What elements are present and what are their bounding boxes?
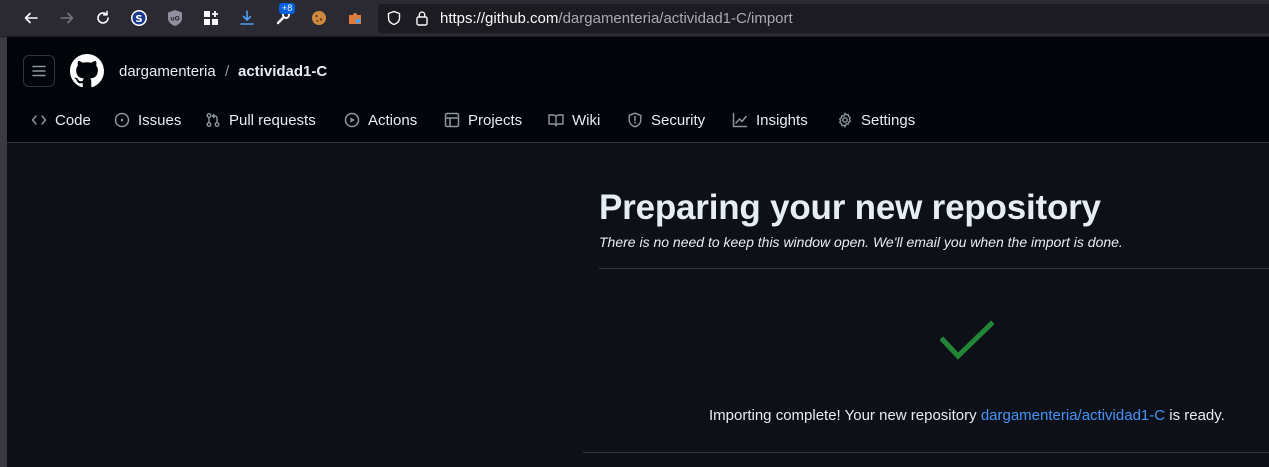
breadcrumb-repo[interactable]: actividad1-C	[238, 63, 327, 80]
forward-arrow-icon[interactable]	[56, 7, 78, 29]
code-icon	[31, 115, 47, 125]
back-arrow-icon[interactable]	[20, 7, 42, 29]
breadcrumb-separator: /	[225, 63, 230, 80]
tab-actions-label: Actions	[368, 111, 418, 129]
menu-button[interactable]	[23, 55, 55, 87]
svg-text:uO: uO	[170, 16, 179, 23]
cookie-icon[interactable]	[308, 7, 330, 29]
tab-actions[interactable]: Actions	[344, 109, 417, 131]
repo-header: dargamenteria / actividad1-C Code Issues…	[7, 37, 1269, 143]
tab-issues[interactable]: Issues	[114, 109, 181, 131]
address-bar[interactable]: https://github.com/dargamenteria/activid…	[378, 4, 1269, 33]
tab-settings[interactable]: Settings	[837, 109, 915, 131]
play-icon	[344, 112, 360, 128]
tab-security-label: Security	[651, 111, 706, 129]
page-title: Preparing your new repository	[599, 188, 1101, 227]
checkmark-icon	[939, 320, 995, 367]
book-icon	[548, 114, 564, 127]
pull-request-icon	[206, 113, 220, 127]
svg-text:S: S	[135, 14, 142, 25]
url-host: https://github.com	[440, 10, 559, 27]
reload-icon[interactable]	[92, 7, 114, 29]
browser-toolbar: S uO +8 https://github.com/dargamenteria…	[0, 0, 1269, 37]
extension-s-icon[interactable]: S	[128, 7, 150, 29]
status-suffix: is ready.	[1165, 407, 1225, 424]
extensions-grid-icon[interactable]	[200, 7, 222, 29]
divider	[599, 268, 1269, 269]
tab-pull-requests-label: Pull requests	[229, 111, 316, 129]
shield-icon[interactable]	[383, 7, 405, 29]
extensions-badge: +8	[279, 3, 296, 14]
tab-pull-requests[interactable]: Pull requests	[205, 109, 316, 131]
page-subtitle: There is no need to keep this window ope…	[599, 234, 1123, 250]
graph-icon	[732, 112, 748, 128]
gear-icon	[839, 112, 851, 128]
tab-wiki[interactable]: Wiki	[548, 109, 600, 131]
tab-projects[interactable]: Projects	[444, 109, 522, 131]
puzzle-extension-icon[interactable]	[344, 7, 366, 29]
url-text: https://github.com/dargamenteria/activid…	[440, 10, 793, 27]
url-path: /dargamenteria/actividad1-C/import	[558, 10, 793, 27]
tab-code[interactable]: Code	[31, 109, 91, 131]
window-edge	[0, 37, 7, 467]
breadcrumb-owner[interactable]: dargamenteria	[119, 63, 216, 80]
repository-link[interactable]: dargamenteria/actividad1-C	[981, 407, 1165, 424]
tab-wiki-label: Wiki	[572, 111, 601, 129]
issue-icon	[114, 112, 130, 128]
divider	[583, 452, 1269, 453]
status-prefix: Importing complete! Your new repository	[709, 407, 981, 424]
download-icon[interactable]	[236, 7, 258, 29]
tab-security[interactable]: Security	[627, 109, 705, 131]
ublock-shield-icon[interactable]: uO	[164, 7, 186, 29]
table-icon	[444, 112, 460, 128]
github-logo-icon[interactable]	[70, 54, 104, 88]
shield-icon	[628, 112, 642, 128]
tab-insights[interactable]: Insights	[732, 109, 808, 131]
import-status-message: Importing complete! Your new repository …	[709, 407, 1225, 424]
tab-code-label: Code	[55, 111, 91, 129]
tab-issues-label: Issues	[138, 111, 182, 129]
tab-settings-label: Settings	[861, 111, 916, 129]
lock-icon[interactable]	[411, 7, 433, 29]
hamburger-icon	[32, 65, 46, 77]
tab-insights-label: Insights	[756, 111, 808, 129]
tab-projects-label: Projects	[468, 111, 523, 129]
